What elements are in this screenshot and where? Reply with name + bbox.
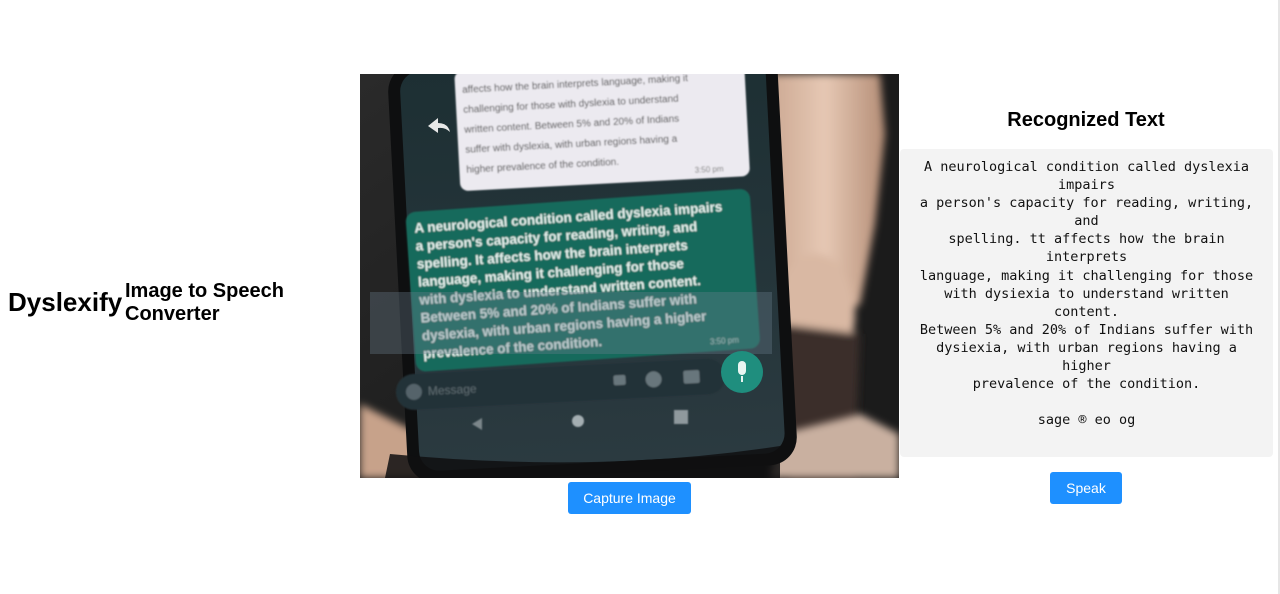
recognized-text-heading: Recognized Text (1007, 109, 1165, 131)
nav-home-icon (572, 415, 584, 427)
camera-feed-image: affects how the brain interprets languag… (360, 74, 899, 478)
camera-icon (683, 370, 700, 384)
feed-top-time: 3:50 pm (694, 164, 724, 175)
speak-button[interactable]: Speak (1050, 472, 1122, 504)
nav-recents-icon (674, 410, 688, 424)
recognized-text-output: A neurological condition called dyslexia… (900, 149, 1273, 457)
app-page: Dyslexify Image to Speech Converter affe… (0, 0, 1280, 594)
brand-logo: Dyslexify (8, 287, 123, 317)
mic-icon (721, 351, 763, 393)
feed-input-placeholder: Message (428, 382, 478, 399)
camera-feed: affects how the brain interprets languag… (360, 74, 899, 478)
attach-icon (613, 374, 626, 386)
app-subtitle: Image to Speech Converter (125, 280, 284, 325)
capture-image-button[interactable]: Capture Image (568, 482, 691, 514)
